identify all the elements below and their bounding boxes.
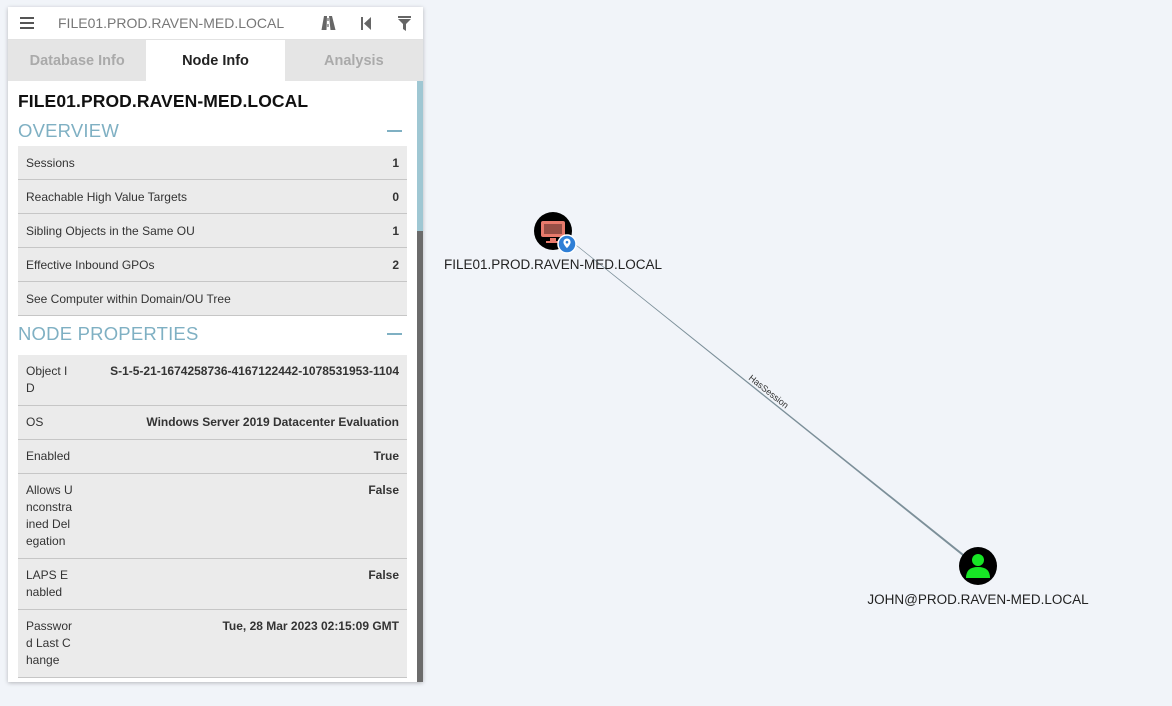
node-properties-title: NODE PROPERTIES xyxy=(18,323,199,344)
property-row-os: OS Windows Server 2019 Datacenter Evalua… xyxy=(18,406,407,440)
property-label: Enabled xyxy=(26,449,71,463)
tab-database-info[interactable]: Database Info xyxy=(8,40,146,81)
road-icon[interactable] xyxy=(309,7,347,40)
computer-node[interactable] xyxy=(534,212,577,254)
property-label: OS xyxy=(26,415,44,429)
tab-analysis[interactable]: Analysis xyxy=(285,40,423,81)
property-label: Object ID xyxy=(26,364,68,395)
filter-icon[interactable] xyxy=(385,7,423,40)
row-value: 2 xyxy=(392,257,399,272)
property-value: S-1-5-21-1674258736-4167122442-107853195… xyxy=(110,364,399,378)
user-node-label: JOHN@PROD.RAVEN-MED.LOCAL xyxy=(867,592,1089,607)
property-value: False xyxy=(368,483,399,497)
node-info-content: FILE01.PROD.RAVEN-MED.LOCAL OVERVIEW Ses… xyxy=(8,81,423,682)
row-label: Sessions xyxy=(26,155,75,170)
overview-header[interactable]: OVERVIEW xyxy=(18,116,407,146)
row-value: 1 xyxy=(392,223,399,238)
computer-node-label: FILE01.PROD.RAVEN-MED.LOCAL xyxy=(444,257,663,272)
node-properties-header[interactable]: NODE PROPERTIES xyxy=(18,319,407,349)
overview-row-sessions[interactable]: Sessions 1 xyxy=(18,146,407,180)
row-label: Sibling Objects in the Same OU xyxy=(26,223,195,238)
collapse-icon[interactable] xyxy=(387,130,402,132)
row-label: Effective Inbound GPOs xyxy=(26,257,155,272)
menu-icon[interactable] xyxy=(8,7,46,40)
overview-row-sibling-objects[interactable]: Sibling Objects in the Same OU 1 xyxy=(18,214,407,248)
property-value: Windows Server 2019 Datacenter Evaluatio… xyxy=(146,415,399,429)
properties-table: Object ID S-1-5-21-1674258736-4167122442… xyxy=(18,355,407,678)
property-value: False xyxy=(368,568,399,582)
row-value: 0 xyxy=(392,189,399,204)
property-value: True xyxy=(373,449,399,463)
overview-row-inbound-gpos[interactable]: Effective Inbound GPOs 2 xyxy=(18,248,407,282)
property-row-laps-enabled: LAPS Enabled False xyxy=(18,559,407,610)
collapse-icon[interactable] xyxy=(387,333,402,335)
row-value: 1 xyxy=(392,155,399,170)
tab-bar: Database Info Node Info Analysis xyxy=(8,40,423,81)
overview-table: Sessions 1 Reachable High Value Targets … xyxy=(18,146,407,316)
node-title: FILE01.PROD.RAVEN-MED.LOCAL xyxy=(18,91,309,111)
property-label: Allows Unconstrained Delegation xyxy=(26,483,73,548)
tab-node-info[interactable]: Node Info xyxy=(146,40,285,81)
property-label: Password Last Change xyxy=(26,619,73,667)
property-row-password-last-change: Password Last Change Tue, 28 Mar 2023 02… xyxy=(18,610,407,678)
search-bar xyxy=(8,7,423,40)
side-panel: Database Info Node Info Analysis FILE01.… xyxy=(8,7,423,682)
property-row-unconstrained-delegation: Allows Unconstrained Delegation False xyxy=(18,474,407,559)
row-label: Reachable High Value Targets xyxy=(26,189,187,204)
property-row-object-id: Object ID S-1-5-21-1674258736-4167122442… xyxy=(18,355,407,406)
property-value: Tue, 28 Mar 2023 02:15:09 GMT xyxy=(222,619,399,633)
overview-row-domain-tree[interactable]: See Computer within Domain/OU Tree xyxy=(18,282,407,316)
row-label: See Computer within Domain/OU Tree xyxy=(26,291,231,306)
panel-scrollbar[interactable] xyxy=(417,81,423,682)
scrollbar-thumb[interactable] xyxy=(417,81,423,231)
edge-hassession[interactable] xyxy=(573,243,966,557)
property-label: LAPS Enabled xyxy=(26,568,69,599)
back-icon[interactable] xyxy=(347,7,385,40)
overview-row-high-value-targets[interactable]: Reachable High Value Targets 0 xyxy=(18,180,407,214)
user-node[interactable] xyxy=(959,547,997,585)
search-input[interactable] xyxy=(46,7,309,40)
map-pin-icon xyxy=(557,234,577,254)
overview-title: OVERVIEW xyxy=(18,120,119,141)
edge-label: HasSession xyxy=(747,373,791,411)
property-row-enabled: Enabled True xyxy=(18,440,407,474)
